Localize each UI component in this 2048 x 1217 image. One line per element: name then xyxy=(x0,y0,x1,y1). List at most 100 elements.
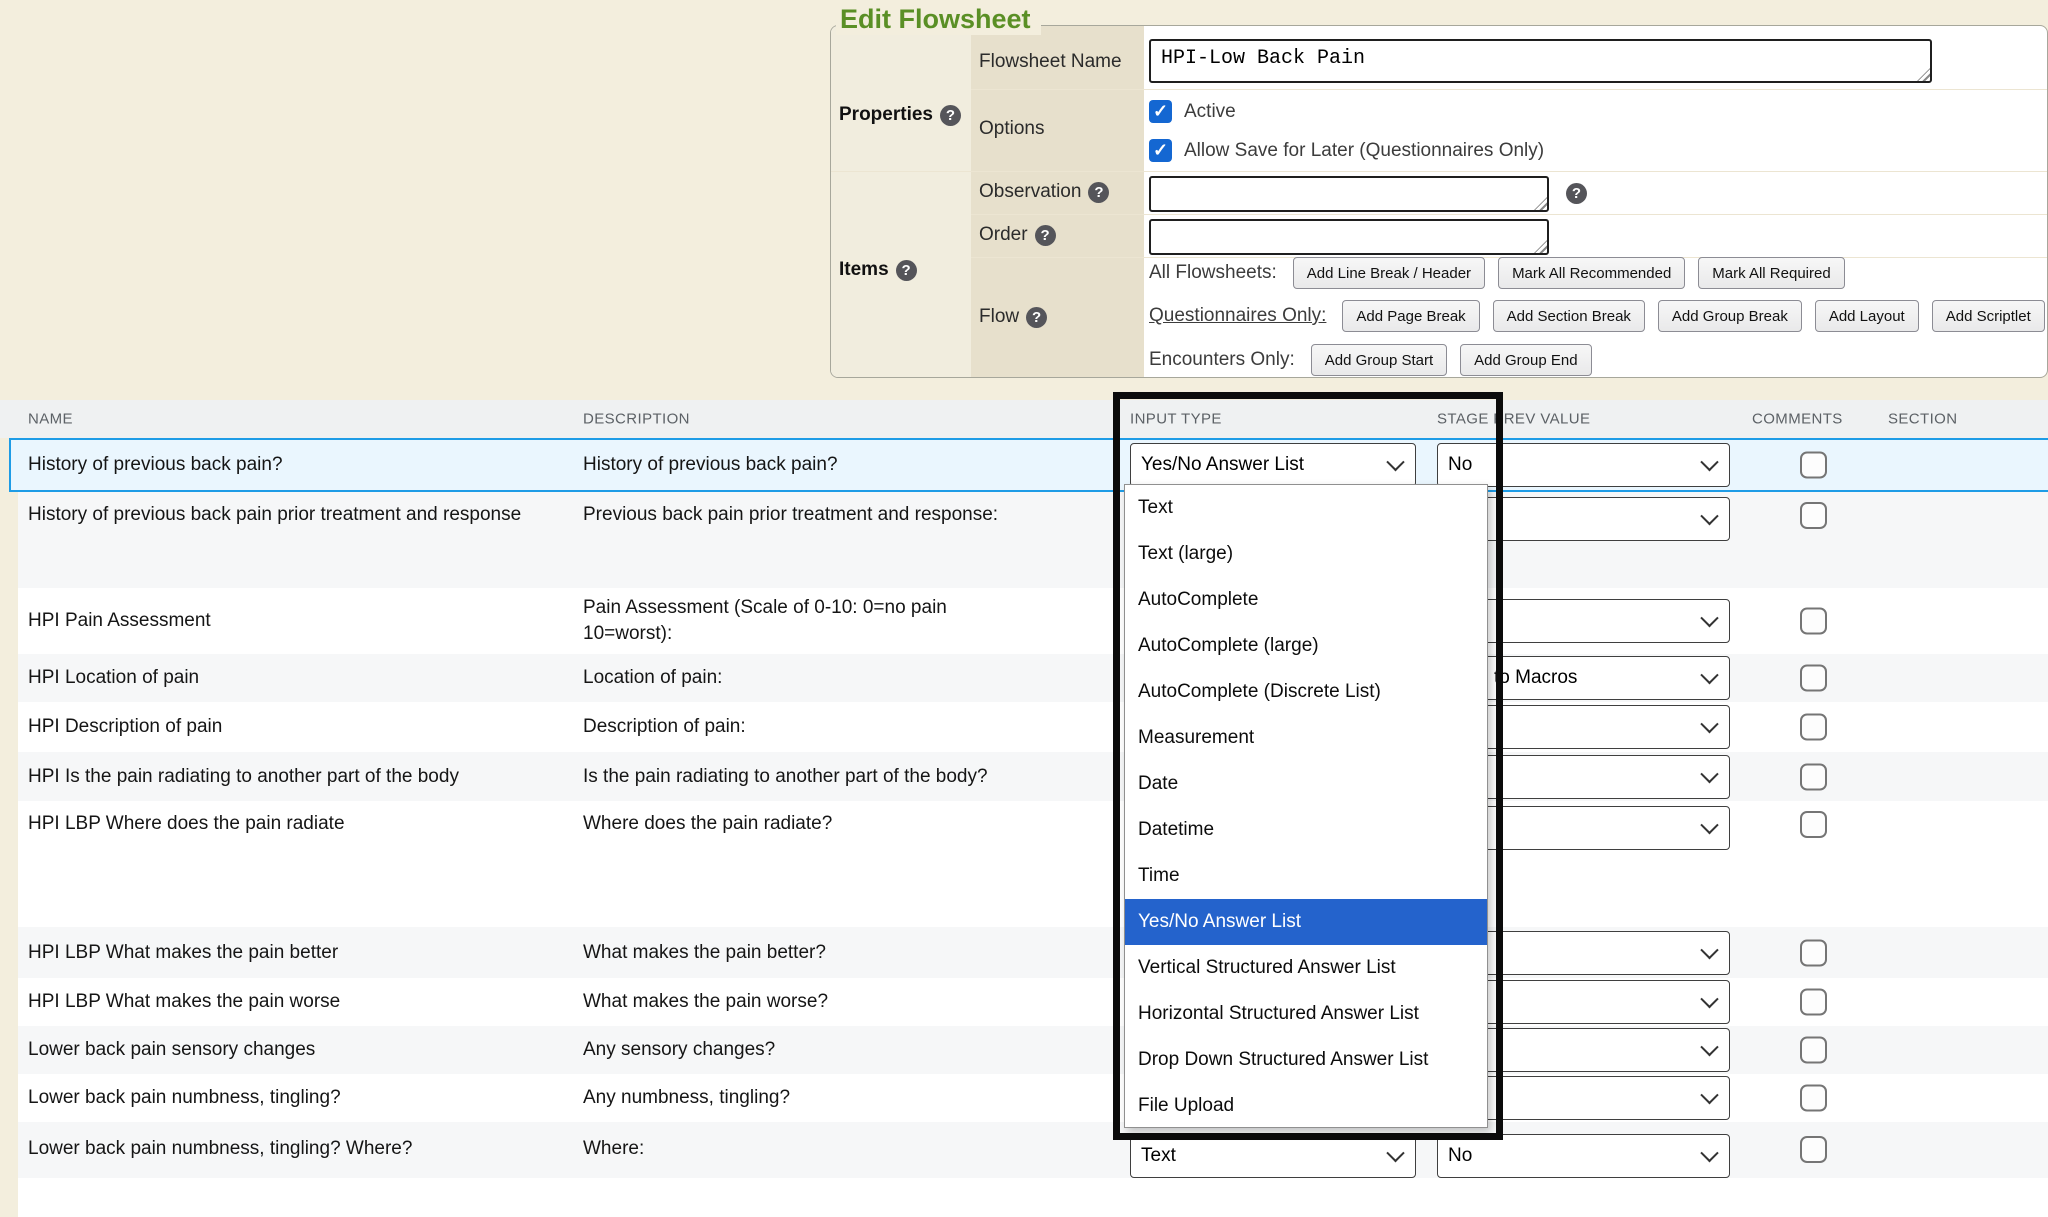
chevron-down-icon xyxy=(1386,453,1404,471)
table-row[interactable]: History of previous back pain prior trea… xyxy=(18,492,2048,588)
add-scriptlet-button[interactable]: Add Scriptlet xyxy=(1932,300,2045,332)
dropdown-option[interactable]: Horizontal Structured Answer List xyxy=(1125,991,1487,1037)
add-layout-button[interactable]: Add Layout xyxy=(1815,300,1919,332)
table-row[interactable]: HPI LBP Where does the pain radiate Wher… xyxy=(18,801,2048,927)
comments-checkbox[interactable] xyxy=(1800,1037,1827,1064)
mark-all-required-button[interactable]: Mark All Required xyxy=(1698,257,1844,289)
dropdown-option[interactable]: Text (large) xyxy=(1125,531,1487,577)
dropdown-option-selected[interactable]: Yes/No Answer List xyxy=(1125,899,1487,945)
observation-input[interactable] xyxy=(1149,176,1549,212)
comments-checkbox[interactable] xyxy=(1800,989,1827,1016)
input-type-select[interactable]: Text xyxy=(1130,1134,1416,1178)
checked-checkbox-icon[interactable]: ✓ xyxy=(1149,100,1172,123)
dropdown-option[interactable]: Vertical Structured Answer List xyxy=(1125,945,1487,991)
row-name: Lower back pain numbness, tingling? Wher… xyxy=(28,1136,538,1162)
table-row[interactable]: Lower back pain sensory changes Any sens… xyxy=(18,1026,2048,1074)
table-row[interactable]: History of previous back pain? History o… xyxy=(18,438,2048,492)
add-page-break-button[interactable]: Add Page Break xyxy=(1342,300,1479,332)
dropdown-option[interactable]: Date xyxy=(1125,761,1487,807)
help-icon[interactable]: ? xyxy=(896,260,917,281)
row-name: HPI Is the pain radiating to another par… xyxy=(28,764,538,790)
flowsheet-name-input[interactable]: HPI-Low Back Pain xyxy=(1149,39,1932,83)
comments-checkbox[interactable] xyxy=(1800,452,1827,479)
add-section-break-button[interactable]: Add Section Break xyxy=(1493,300,1645,332)
order-label: Order ? xyxy=(979,224,1056,246)
chevron-down-icon xyxy=(1700,453,1718,471)
comments-checkbox[interactable] xyxy=(1800,608,1827,635)
comments-checkbox[interactable] xyxy=(1800,1085,1827,1112)
dropdown-option[interactable]: Drop Down Structured Answer List xyxy=(1125,1037,1487,1083)
comments-checkbox[interactable] xyxy=(1800,1136,1827,1163)
table-row[interactable]: Lower back pain numbness, tingling? Any … xyxy=(18,1074,2048,1122)
row-description: Where does the pain radiate? xyxy=(583,811,1083,837)
row-name: Lower back pain sensory changes xyxy=(28,1037,538,1063)
add-group-break-button[interactable]: Add Group Break xyxy=(1658,300,1802,332)
help-icon[interactable]: ? xyxy=(1566,183,1587,204)
row-description: Location of pain: xyxy=(583,665,1083,691)
help-icon[interactable]: ? xyxy=(940,105,961,126)
dropdown-option[interactable]: Datetime xyxy=(1125,807,1487,853)
comments-checkbox[interactable] xyxy=(1800,502,1827,529)
table-header: NAME DESCRIPTION INPUT TYPE STAGE PREV V… xyxy=(0,400,2048,438)
dropdown-option[interactable]: AutoComplete (Discrete List) xyxy=(1125,669,1487,715)
add-group-start-button[interactable]: Add Group Start xyxy=(1311,344,1447,376)
allow-save-option-label: Allow Save for Later (Questionnaires Onl… xyxy=(1184,140,1544,162)
order-input[interactable] xyxy=(1149,219,1549,255)
add-line-break-header-button[interactable]: Add Line Break / Header xyxy=(1293,257,1485,289)
header-description: DESCRIPTION xyxy=(583,411,690,428)
mark-all-recommended-button[interactable]: Mark All Recommended xyxy=(1498,257,1685,289)
table-row[interactable]: HPI Pain Assessment Pain Assessment (Sca… xyxy=(18,588,2048,654)
table-row[interactable]: HPI Description of pain Description of p… xyxy=(18,702,2048,752)
help-icon[interactable]: ? xyxy=(1088,182,1109,203)
chevron-down-icon xyxy=(1700,990,1718,1008)
dropdown-option[interactable]: AutoComplete (large) xyxy=(1125,623,1487,669)
comments-checkbox[interactable] xyxy=(1800,939,1827,966)
items-section-label: Items ? xyxy=(839,259,917,281)
chevron-down-icon xyxy=(1700,940,1718,958)
chevron-down-icon xyxy=(1700,666,1718,684)
flow-label: Flow ? xyxy=(979,306,1047,328)
options-label: Options xyxy=(979,118,1044,140)
dropdown-option[interactable]: AutoComplete xyxy=(1125,577,1487,623)
page-title: Edit Flowsheet xyxy=(836,4,1041,35)
comments-checkbox[interactable] xyxy=(1800,665,1827,692)
row-name: History of previous back pain prior trea… xyxy=(28,502,538,528)
input-type-dropdown-list: Text Text (large) AutoComplete AutoCompl… xyxy=(1124,484,1488,1128)
help-icon[interactable]: ? xyxy=(1035,225,1056,246)
flow-encounters-group: Encounters Only: Add Group Start Add Gro… xyxy=(1149,344,1592,376)
chevron-down-icon xyxy=(1700,507,1718,525)
add-group-end-button[interactable]: Add Group End xyxy=(1460,344,1591,376)
comments-checkbox[interactable] xyxy=(1800,763,1827,790)
row-name: HPI LBP What makes the pain worse xyxy=(28,989,538,1015)
header-stage-prev-value: STAGE PREV VALUE xyxy=(1437,411,1590,428)
row-name: HPI LBP Where does the pain radiate xyxy=(28,811,538,837)
dropdown-option[interactable]: Time xyxy=(1125,853,1487,899)
input-type-select[interactable]: Yes/No Answer List xyxy=(1130,443,1416,487)
chevron-down-icon xyxy=(1700,764,1718,782)
comments-checkbox[interactable] xyxy=(1800,714,1827,741)
checked-checkbox-icon[interactable]: ✓ xyxy=(1149,139,1172,162)
dropdown-option[interactable]: File Upload xyxy=(1125,1083,1487,1129)
stage-prev-select[interactable]: No xyxy=(1437,1134,1730,1178)
encounters-only-label: Encounters Only: xyxy=(1149,349,1295,371)
help-icon[interactable]: ? xyxy=(1026,307,1047,328)
section-divider xyxy=(831,171,2048,172)
table-row[interactable]: HPI Location of pain Location of pain: t… xyxy=(18,654,2048,702)
chevron-down-icon xyxy=(1700,1144,1718,1162)
comments-checkbox[interactable] xyxy=(1800,811,1827,838)
active-option-label: Active xyxy=(1184,101,1236,123)
table-row[interactable]: Lower back pain numbness, tingling? Wher… xyxy=(18,1122,2048,1178)
row-description: Description of pain: xyxy=(583,714,1083,740)
row-description: Is the pain radiating to another part of… xyxy=(583,764,1083,790)
dropdown-option[interactable]: Measurement xyxy=(1125,715,1487,761)
table-row[interactable]: HPI LBP What makes the pain worse What m… xyxy=(18,978,2048,1026)
row-name: History of previous back pain? xyxy=(28,452,538,478)
edit-flowsheet-screen: Edit Flowsheet Properties ? Items ? Flow… xyxy=(0,0,2048,1217)
row-description: History of previous back pain? xyxy=(583,452,1083,478)
table-row[interactable]: HPI Is the pain radiating to another par… xyxy=(18,752,2048,801)
chevron-down-icon xyxy=(1700,1086,1718,1104)
stage-prev-select[interactable]: No xyxy=(1437,443,1730,487)
row-description: What makes the pain better? xyxy=(583,940,1083,966)
table-row[interactable]: HPI LBP What makes the pain better What … xyxy=(18,927,2048,978)
dropdown-option[interactable]: Text xyxy=(1125,485,1487,531)
